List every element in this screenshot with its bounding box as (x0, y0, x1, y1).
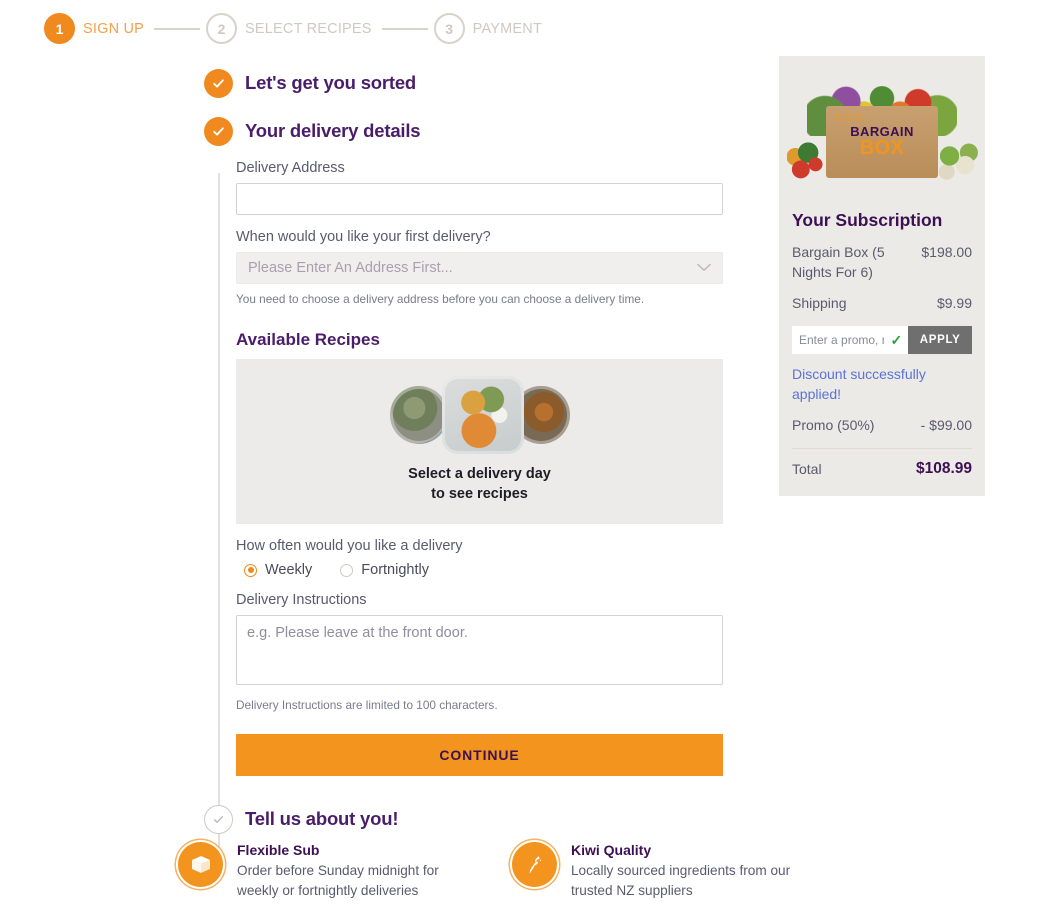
checkout-stepper: 1 SIGN UP 2 SELECT RECIPES 3 PAYMENT (44, 13, 542, 44)
feature-kiwi-quality-text: Kiwi Quality Locally sourced ingredients… (571, 842, 802, 900)
signup-page: 1 SIGN UP 2 SELECT RECIPES 3 PAYMENT (0, 0, 1048, 917)
step-2-circle: 2 (206, 13, 237, 44)
feature-kiwi-quality-description: Locally sourced ingredients from our tru… (571, 861, 802, 900)
frequency-option-fortnightly-label: Fortnightly (361, 562, 429, 578)
new-zealand-map-icon (512, 842, 557, 887)
step-connector-1 (154, 28, 200, 30)
delivery-address-label: Delivery Address (236, 160, 729, 176)
features-row: Flexible Sub Order before Sunday midnigh… (178, 842, 802, 900)
promo-discount-value: - $99.00 (921, 416, 972, 436)
promo-code-row: ✓ APPLY (792, 326, 972, 354)
subscription-sidebar: BARGAIN BOX Your Subscription Bargain Bo… (779, 56, 985, 496)
check-icon (204, 69, 233, 98)
first-delivery-value: Please Enter An Address First... (248, 260, 453, 276)
section-header-delivery: Your delivery details (204, 116, 729, 146)
step-2-number: 2 (218, 21, 226, 37)
feature-flexible-sub: Flexible Sub Order before Sunday midnigh… (178, 842, 468, 900)
feature-flexible-sub-text: Flexible Sub Order before Sunday midnigh… (237, 842, 468, 900)
section-header-about: Tell us about you! (204, 804, 729, 834)
step-2-label: SELECT RECIPES (245, 21, 372, 37)
promo-discount-label: Promo (50%) (792, 416, 874, 436)
recipes-placeholder-text: Select a delivery day to see recipes (408, 465, 551, 504)
step-3-number: 3 (445, 21, 453, 37)
apply-promo-button[interactable]: APPLY (908, 326, 972, 354)
delivery-instructions-label: Delivery Instructions (236, 592, 729, 608)
vegetables-left-graphic (787, 140, 833, 182)
carton-dots-icon (835, 114, 862, 121)
delivery-details-body: Delivery Address When would you like you… (236, 160, 729, 776)
step-1-circle: 1 (44, 13, 75, 44)
total-value: $108.99 (916, 460, 972, 478)
first-delivery-label: When would you like your first delivery? (236, 229, 729, 245)
chevron-down-icon (697, 260, 711, 276)
frequency-option-fortnightly[interactable]: Fortnightly (332, 562, 429, 578)
frequency-label: How often would you like a delivery (236, 538, 729, 554)
dish-left-icon (390, 386, 448, 444)
radio-selected-icon (244, 564, 257, 577)
step-3[interactable]: 3 PAYMENT (434, 13, 542, 44)
radio-unselected-icon (340, 564, 353, 577)
first-delivery-select[interactable]: Please Enter An Address First... (236, 252, 723, 284)
promo-input-wrapper: ✓ (792, 326, 908, 354)
subscription-title: Your Subscription (792, 210, 972, 231)
product-hero-image: BARGAIN BOX (779, 56, 985, 196)
first-delivery-hint: You need to choose a delivery address be… (236, 292, 729, 306)
delivery-address-input[interactable] (236, 183, 723, 215)
step-1-number: 1 (56, 21, 64, 37)
continue-button[interactable]: CONTINUE (236, 734, 723, 776)
vegetables-right-graphic (933, 140, 979, 182)
total-row: Total $108.99 (792, 460, 972, 478)
feature-flexible-sub-title: Flexible Sub (237, 842, 468, 858)
bargain-box-carton: BARGAIN BOX (826, 106, 938, 178)
promo-discount-row: Promo (50%) - $99.00 (792, 416, 972, 436)
shipping-label: Shipping (792, 294, 847, 314)
subscription-line-item: Bargain Box (5 Nights For 6) $198.00 (792, 243, 972, 282)
recipes-placeholder-line1: Select a delivery day (408, 465, 551, 485)
section-title-delivery: Your delivery details (245, 120, 420, 142)
total-label: Total (792, 461, 822, 477)
feature-kiwi-quality-title: Kiwi Quality (571, 842, 802, 858)
step-1[interactable]: 1 SIGN UP (44, 13, 144, 44)
section-header-signup: Let's get you sorted (204, 68, 729, 98)
frequency-option-weekly-label: Weekly (265, 562, 312, 578)
check-icon (204, 117, 233, 146)
delivery-instructions-hint: Delivery Instructions are limited to 100… (236, 698, 729, 712)
dish-center-icon (442, 376, 524, 454)
discount-success-message: Discount successfully applied! (792, 364, 972, 405)
recipes-placeholder-line2: to see recipes (408, 485, 551, 505)
subscription-line-item: Shipping $9.99 (792, 294, 972, 314)
frequency-option-weekly[interactable]: Weekly (236, 562, 312, 578)
shipping-value: $9.99 (937, 294, 972, 314)
hero-brand-line2: BOX (860, 138, 905, 159)
step-2[interactable]: 2 SELECT RECIPES (206, 13, 372, 44)
box-icon (178, 842, 223, 887)
available-recipes-heading: Available Recipes (236, 330, 729, 350)
check-green-icon: ✓ (891, 333, 903, 347)
feature-flexible-sub-description: Order before Sunday midnight for weekly … (237, 861, 468, 900)
total-divider (792, 448, 972, 449)
section-title-signup: Let's get you sorted (245, 72, 416, 94)
step-connector-2 (382, 28, 428, 30)
step-3-circle: 3 (434, 13, 465, 44)
available-recipes-placeholder-panel: Select a delivery day to see recipes (236, 359, 723, 524)
dishes-image (390, 379, 570, 451)
step-1-label: SIGN UP (83, 21, 144, 37)
feature-kiwi-quality: Kiwi Quality Locally sourced ingredients… (512, 842, 802, 900)
delivery-instructions-textarea[interactable] (236, 615, 723, 685)
subscription-line-item-label: Bargain Box (5 Nights For 6) (792, 243, 920, 282)
frequency-radio-group: Weekly Fortnightly (236, 562, 729, 578)
timeline-rail (218, 173, 220, 879)
signup-form-column: Let's get you sorted Your delivery detai… (204, 68, 729, 834)
step-3-label: PAYMENT (473, 21, 542, 37)
subscription-line-item-value: $198.00 (921, 243, 972, 263)
section-title-about: Tell us about you! (245, 808, 398, 830)
check-icon (204, 805, 233, 834)
